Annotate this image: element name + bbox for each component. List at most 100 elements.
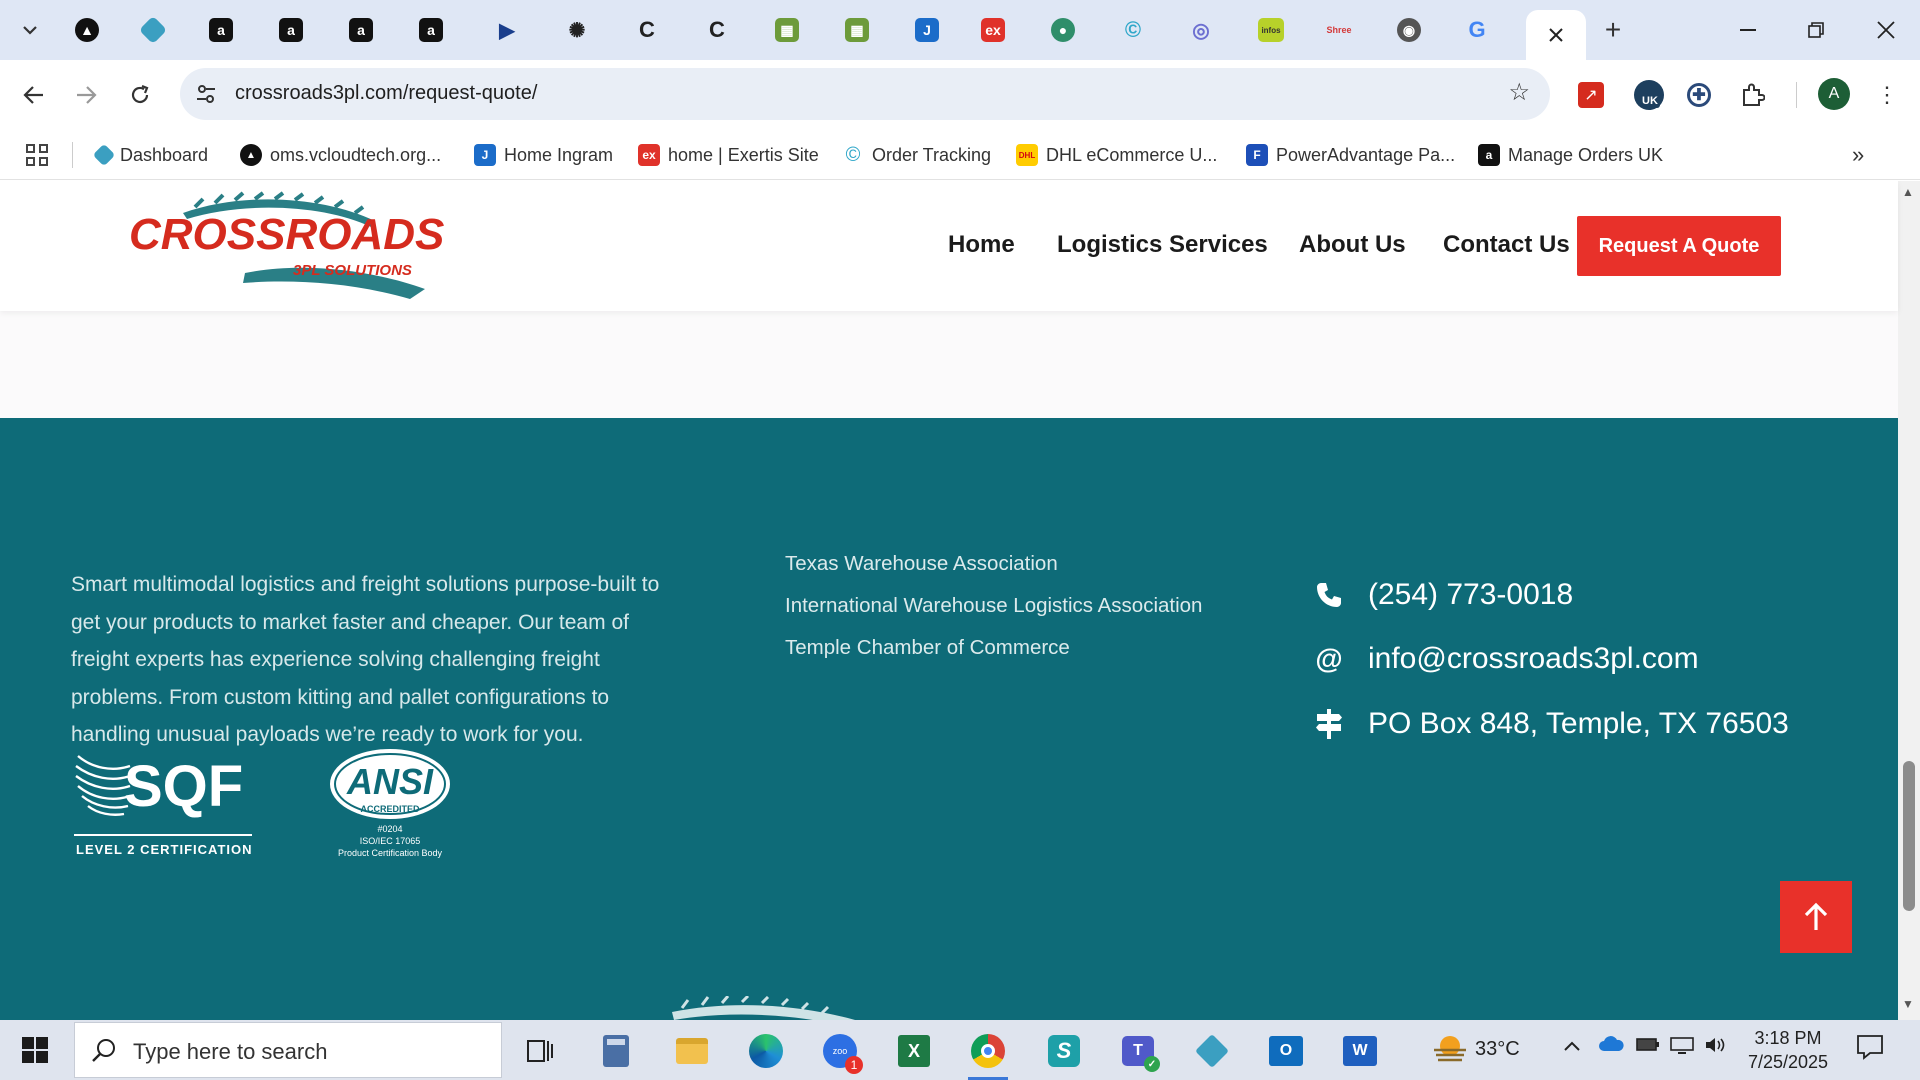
network-icon[interactable] — [1670, 1036, 1694, 1059]
tab-shree[interactable]: Shree — [1308, 10, 1370, 50]
notification-center-icon[interactable] — [1856, 1034, 1886, 1062]
bookmark-dhl[interactable]: DHL DHL eCommerce U... — [1016, 138, 1217, 172]
tab-openai-2[interactable]: ✺ — [546, 10, 608, 50]
ansi-line2: ISO/IEC 17065 — [360, 836, 421, 846]
exertis-icon: ex — [981, 18, 1005, 42]
weather-hazy-icon[interactable] — [1432, 1034, 1468, 1066]
chevron-double-right-icon[interactable]: » — [1852, 142, 1864, 168]
menu-kebab-icon[interactable]: ⋮ — [1872, 78, 1902, 112]
tab-c-logo-1[interactable]: C — [616, 10, 678, 50]
chrome-app-icon[interactable] — [960, 1028, 1016, 1080]
nav-home[interactable]: Home — [948, 231, 1015, 259]
battery-icon[interactable] — [1636, 1036, 1660, 1057]
taskbar-search-box[interactable]: Type here to search — [74, 1022, 502, 1078]
tab-c-swirl[interactable]: © — [1102, 10, 1164, 50]
bookmark-oms[interactable]: ▲ oms.vcloudtech.org... — [240, 138, 441, 172]
restore-button[interactable] — [1788, 8, 1844, 52]
teams-app-icon[interactable]: T ✓ — [1110, 1028, 1166, 1074]
bookmark-exertis[interactable]: ex home | Exertis Site — [638, 138, 819, 172]
tab-green-circle[interactable]: ● — [1032, 10, 1094, 50]
zoom-app-icon[interactable]: zoo 1 — [812, 1028, 868, 1074]
close-window-button[interactable] — [1858, 8, 1914, 52]
start-button[interactable] — [10, 1030, 60, 1070]
footer-link-iwla[interactable]: International Warehouse Logistics Associ… — [785, 594, 1202, 618]
tab-amazon-4[interactable]: a — [400, 10, 462, 50]
tab-openai[interactable]: ▲ — [56, 10, 118, 50]
extensions-puzzle-icon[interactable] — [1734, 76, 1772, 114]
tab-exertis[interactable]: ex — [962, 10, 1024, 50]
tab-c-logo-2[interactable]: C — [686, 10, 748, 50]
scroll-down-arrow-icon[interactable]: ▼ — [1902, 997, 1914, 1011]
minimize-button[interactable] — [1720, 8, 1776, 52]
volume-icon[interactable] — [1704, 1036, 1728, 1059]
forward-button[interactable] — [66, 75, 106, 115]
close-icon[interactable] — [1548, 27, 1564, 43]
uk-globe-extension-icon[interactable]: UK — [1630, 76, 1668, 114]
system-clock[interactable]: 3:18 PM 7/25/2025 — [1744, 1026, 1832, 1074]
forward-arrow-icon — [77, 86, 97, 104]
bookmark-home-ingram[interactable]: J Home Ingram — [474, 138, 613, 172]
page-scrollbar[interactable]: ▲ ▼ — [1898, 181, 1920, 1020]
email-address[interactable]: info@crossroads3pl.com — [1368, 642, 1699, 676]
tab-active-close[interactable] — [1526, 10, 1586, 60]
new-tab-button[interactable]: + — [1595, 14, 1631, 46]
tab-search-dropdown-icon[interactable] — [10, 12, 50, 48]
bookmark-manage-orders-uk[interactable]: a Manage Orders UK — [1478, 138, 1663, 172]
footer-logo-tracks — [672, 994, 862, 1020]
tab-amazon-1[interactable]: a — [190, 10, 252, 50]
reload-button[interactable] — [120, 75, 160, 115]
request-quote-button[interactable]: Request A Quote — [1577, 216, 1781, 276]
nav-about-us[interactable]: About Us — [1299, 231, 1406, 259]
windows-logo-icon — [22, 1037, 48, 1063]
word-app-icon[interactable]: W — [1332, 1028, 1388, 1074]
bookmark-order-tracking[interactable]: © Order Tracking — [842, 138, 991, 172]
file-explorer-app-icon[interactable] — [664, 1028, 720, 1074]
tab-infos[interactable]: infos — [1240, 10, 1302, 50]
tab-kite[interactable] — [122, 10, 184, 50]
tab-warehouse-1[interactable]: ▦ — [756, 10, 818, 50]
outlook-app-icon[interactable]: O — [1258, 1028, 1314, 1074]
acrobat-extension-icon[interactable]: ↗ — [1572, 76, 1610, 114]
amazon-icon: a — [1478, 144, 1500, 166]
tab-amazon-3[interactable]: a — [330, 10, 392, 50]
apps-grid-icon[interactable] — [24, 142, 52, 168]
sway-app-icon[interactable]: S — [1036, 1028, 1092, 1074]
tab-warehouse-2[interactable]: ▦ — [826, 10, 888, 50]
scrollbar-thumb[interactable] — [1903, 761, 1915, 911]
site-settings-icon[interactable] — [192, 80, 220, 108]
chevron-up-icon[interactable] — [1563, 1036, 1581, 1057]
footer-link-texas-warehouse[interactable]: Texas Warehouse Association — [785, 552, 1202, 576]
scroll-to-top-button[interactable] — [1780, 881, 1852, 953]
amazon-icon: a — [349, 18, 373, 42]
scroll-up-arrow-icon[interactable]: ▲ — [1902, 185, 1914, 199]
tab-amazon-2[interactable]: a — [260, 10, 322, 50]
extension-plus-icon[interactable]: ✚ — [1680, 76, 1718, 114]
weather-temperature[interactable]: 33°C — [1475, 1038, 1520, 1061]
nav-logistics-services[interactable]: Logistics Services — [1057, 231, 1268, 259]
tab-google[interactable]: G — [1446, 10, 1508, 50]
calculator-app-icon[interactable] — [588, 1028, 644, 1074]
windows-taskbar: Type here to search zoo 1 X S T ✓ O W 33°C… — [0, 1020, 1920, 1080]
crossroads-logo[interactable]: CROSSROADS 3PL SOLUTIONS — [125, 191, 455, 301]
bookmark-dashboard[interactable]: Dashboard — [92, 138, 208, 172]
footer-link-temple-chamber[interactable]: Temple Chamber of Commerce — [785, 636, 1202, 660]
tab-blue-circle[interactable]: ◎ — [1170, 10, 1232, 50]
back-button[interactable] — [14, 75, 54, 115]
tab-chrome[interactable]: ◉ — [1378, 10, 1440, 50]
profile-avatar[interactable]: A — [1818, 78, 1850, 110]
kite-app-icon[interactable] — [1184, 1028, 1240, 1074]
url-text[interactable]: crossroads3pl.com/request-quote/ — [235, 82, 537, 105]
address-bar[interactable]: crossroads3pl.com/request-quote/ ☆ — [180, 68, 1550, 120]
phone-number[interactable]: (254) 773-0018 — [1368, 578, 1573, 612]
edge-app-icon[interactable] — [738, 1028, 794, 1074]
tab-ingram[interactable]: J — [896, 10, 958, 50]
excel-app-icon[interactable]: X — [886, 1028, 942, 1074]
nav-contact-us[interactable]: Contact Us — [1443, 231, 1570, 259]
bookmark-poweradvantage[interactable]: F PowerAdvantage Pa... — [1246, 138, 1455, 172]
bookmark-star-icon[interactable]: ☆ — [1508, 78, 1530, 107]
onedrive-cloud-icon[interactable] — [1598, 1036, 1624, 1057]
at-sign-icon: @ — [1315, 643, 1343, 674]
tab-play[interactable]: ▶ — [476, 10, 538, 50]
shree-icon: Shree — [1326, 25, 1352, 35]
task-view-icon[interactable] — [512, 1028, 568, 1074]
